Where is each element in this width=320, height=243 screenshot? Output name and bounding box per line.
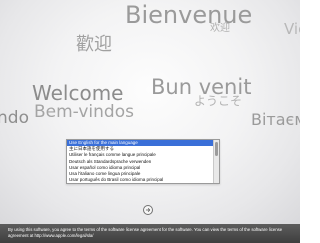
greeting-vitaemo: Вітаємо xyxy=(251,110,300,129)
language-list[interactable]: Use English for the main language 主に日本語を… xyxy=(66,139,220,184)
greeting-chinese: 欢迎 xyxy=(210,23,230,34)
greeting-bem-vindos: Bem-vindos xyxy=(34,102,134,122)
language-items: Use English for the main language 主に日本語を… xyxy=(67,140,213,183)
greeting-bienvenue: Bienvenue xyxy=(125,1,253,29)
welcome-panel: Bienvenue 欢迎 View 歡迎 Welcome Bun venit よ… xyxy=(0,0,300,224)
greeting-youkoso: ようこそ xyxy=(194,94,243,108)
language-item-portuguese-brazil[interactable]: Usar português do Brasil como idioma pri… xyxy=(67,177,213,183)
right-arrow-icon xyxy=(145,208,151,212)
license-footer: By using this software, you agree to the… xyxy=(0,224,300,243)
scrollbar-thumb[interactable] xyxy=(215,142,218,156)
language-list-scrollbar[interactable] xyxy=(213,140,219,183)
greeting-ndo: ndo xyxy=(0,108,29,128)
greeting-welcome: Welcome xyxy=(32,81,124,105)
continue-button[interactable] xyxy=(143,205,153,215)
greeting-view: View xyxy=(284,20,300,38)
setup-welcome-screen: Bienvenue 欢迎 View 歡迎 Welcome Bun venit よ… xyxy=(0,0,300,243)
greeting-kanji: 歡迎 xyxy=(76,34,112,55)
